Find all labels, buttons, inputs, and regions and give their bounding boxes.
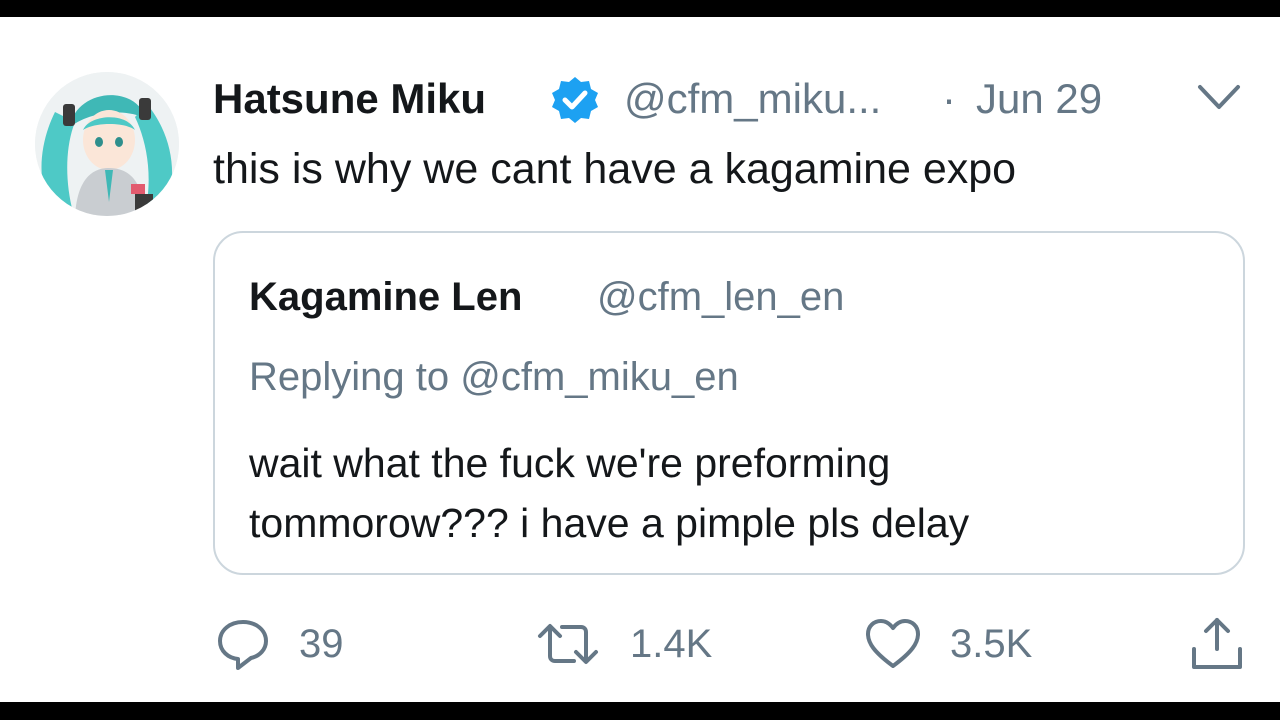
separator-dot: ·: [942, 75, 956, 122]
heart-icon: [866, 619, 920, 668]
verified-badge-icon: [552, 77, 598, 123]
quoted-text-line: wait what the fuck we're preforming: [249, 440, 891, 486]
quoted-text-line: tommorow??? i have a pimple pls delay: [249, 500, 970, 546]
tweet-text: this is why we cant have a kagamine expo: [213, 145, 1017, 193]
retweet-button[interactable]: 1.4K: [534, 615, 712, 673]
reply-button[interactable]: 39: [215, 615, 344, 673]
tweet-card[interactable]: Hatsune Miku @cfm_miku... · Jun 29 this …: [0, 17, 1280, 702]
share-button[interactable]: [1188, 615, 1246, 673]
quoted-author-name: Kagamine Len: [249, 275, 523, 319]
avatar[interactable]: [35, 72, 179, 216]
retweet-count: 1.4K: [630, 621, 713, 666]
quoted-tweet-text: wait what the fuck we're preforming tomm…: [249, 433, 1209, 553]
quoted-tweet[interactable]: Kagamine Len @cfm_len_en Replying to @cf…: [213, 231, 1245, 575]
reply-count: 39: [299, 621, 344, 666]
reply-icon: [218, 620, 268, 670]
share-icon: [1192, 618, 1242, 669]
quoted-author-handle: @cfm_len_en: [597, 275, 845, 319]
author-handle[interactable]: @cfm_miku...: [624, 75, 881, 123]
retweet-icon: [538, 624, 598, 664]
like-count: 3.5K: [950, 621, 1033, 666]
replying-to: Replying to @cfm_miku_en: [249, 355, 739, 399]
like-button[interactable]: 3.5K: [864, 615, 1032, 673]
anime-character-avatar: [35, 72, 179, 216]
tweet-date[interactable]: Jun 29: [976, 75, 1102, 123]
author-name[interactable]: Hatsune Miku: [213, 75, 486, 123]
chevron-down-icon[interactable]: [1196, 81, 1242, 113]
